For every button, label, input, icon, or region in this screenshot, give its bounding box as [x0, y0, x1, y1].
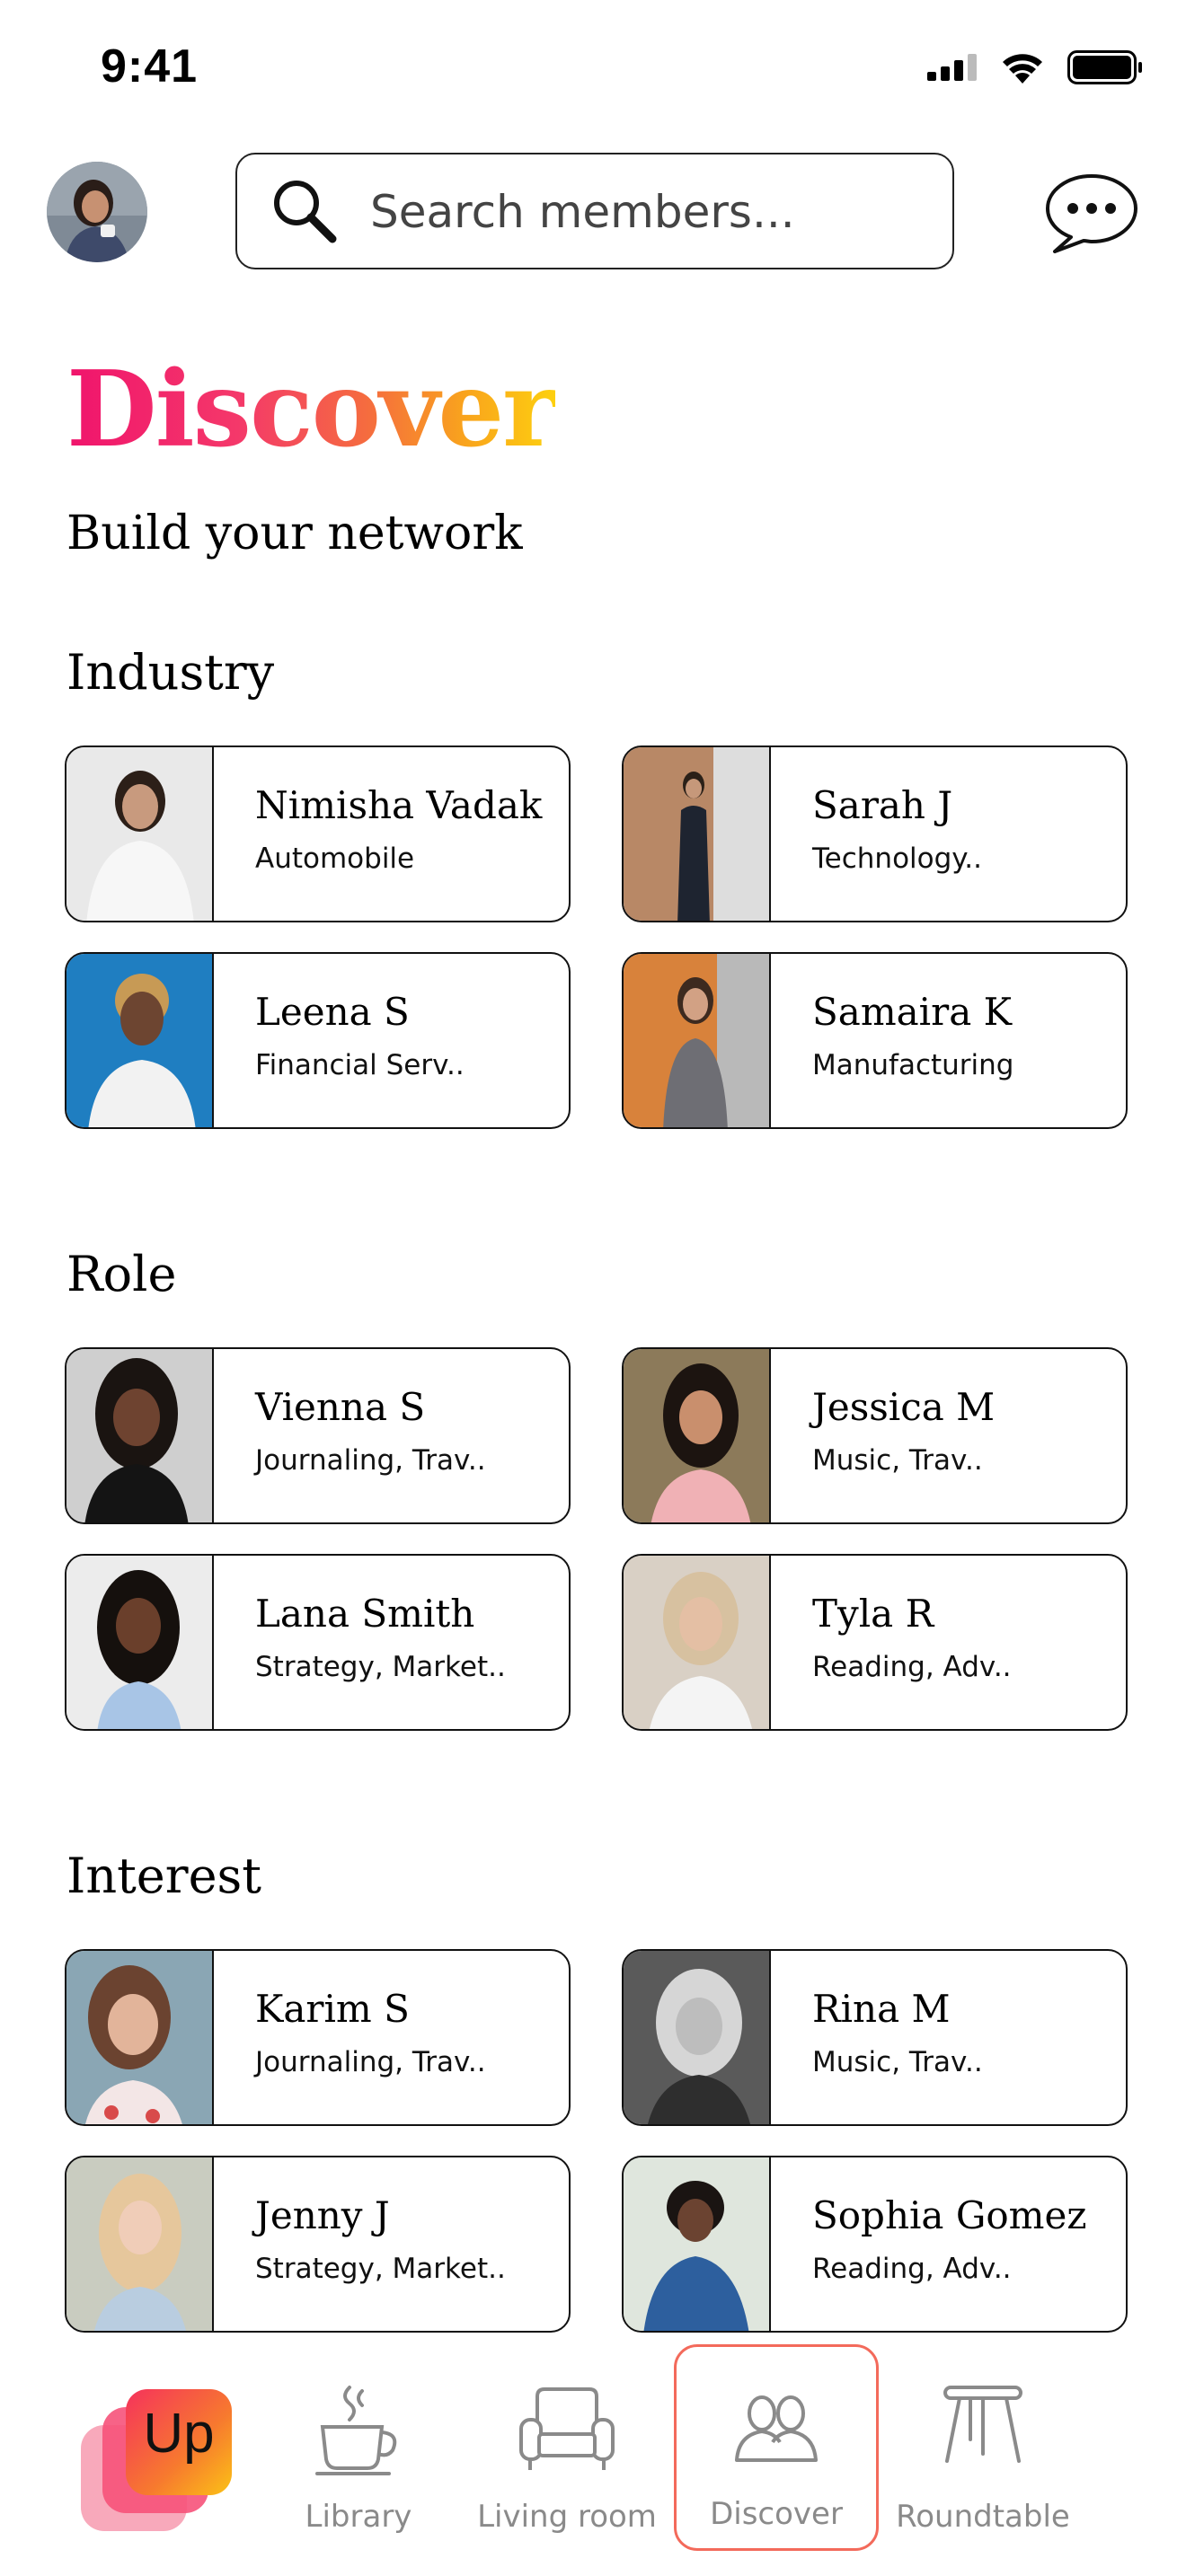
chat-icon[interactable] — [1042, 171, 1141, 257]
member-name: Sophia Gomez — [812, 2193, 1087, 2237]
battery-icon — [1067, 50, 1142, 84]
member-photo — [66, 2157, 214, 2331]
member-card[interactable]: Tyla R Reading, Adv.. — [622, 1554, 1128, 1731]
member-tag: Manufacturing — [812, 1049, 1014, 1081]
member-card[interactable]: Sophia Gomez Reading, Adv.. — [622, 2156, 1128, 2333]
stool-icon — [943, 2386, 1022, 2463]
member-photo — [624, 1556, 771, 1729]
up-logo-text: Up — [143, 2403, 215, 2465]
member-photo — [624, 1951, 771, 2124]
member-tag: Reading, Adv.. — [812, 1651, 1012, 1683]
page-subtitle: Build your network — [66, 507, 523, 560]
member-name: Karim S — [255, 1987, 410, 2031]
section-title-role: Role — [66, 1246, 177, 1302]
member-photo — [624, 747, 771, 921]
member-card[interactable]: Jenny J Strategy, Market.. — [65, 2156, 571, 2333]
member-card[interactable]: Rina M Music, Trav.. — [622, 1949, 1128, 2126]
member-card[interactable]: Vienna S Journaling, Trav.. — [65, 1347, 571, 1524]
member-photo — [624, 2157, 771, 2331]
member-card[interactable]: Sarah J Technology.. — [622, 745, 1128, 922]
status-icons — [927, 50, 1143, 84]
member-card[interactable]: Leena S Financial Serv.. — [65, 952, 571, 1129]
search-icon — [274, 181, 337, 243]
member-name: Jessica M — [812, 1385, 996, 1429]
section-title-industry: Industry — [66, 644, 275, 701]
nav-label: Roundtable — [896, 2499, 1070, 2535]
member-name: Samaira K — [812, 990, 1012, 1034]
member-tag: Music, Trav.. — [812, 1444, 983, 1477]
signal-icon — [927, 54, 977, 81]
member-name: Tyla R — [812, 1592, 934, 1636]
member-name: Rina M — [812, 1987, 951, 2031]
member-name: Leena S — [255, 990, 410, 1034]
member-photo — [66, 1349, 214, 1522]
up-logo[interactable]: Up — [77, 2389, 232, 2542]
member-card[interactable]: Nimisha Vadak Automobile — [65, 745, 571, 922]
search-bar[interactable] — [235, 153, 954, 269]
member-tag: Automobile — [255, 842, 415, 875]
people-icon — [735, 2395, 818, 2462]
member-photo — [66, 1951, 214, 2124]
member-tag: Journaling, Trav.. — [255, 1444, 486, 1477]
member-tag: Financial Serv.. — [255, 1049, 465, 1081]
search-input[interactable] — [370, 178, 927, 246]
page-title: Discover — [66, 348, 557, 471]
member-name: Vienna S — [255, 1385, 426, 1429]
coffee-cup-icon — [315, 2386, 397, 2475]
member-name: Sarah J — [812, 783, 953, 827]
member-name: Lana Smith — [255, 1592, 475, 1636]
nav-roundtable[interactable]: Roundtable — [895, 2344, 1071, 2551]
nav-label: Discover — [710, 2496, 843, 2532]
armchair-icon — [519, 2387, 615, 2470]
member-card[interactable]: Jessica M Music, Trav.. — [622, 1347, 1128, 1524]
nav-label: Library — [305, 2499, 412, 2535]
member-tag: Reading, Adv.. — [812, 2253, 1012, 2285]
nav-discover[interactable]: Discover — [674, 2344, 879, 2551]
member-photo — [624, 1349, 771, 1522]
member-card[interactable]: Samaira K Manufacturing — [622, 952, 1128, 1129]
member-photo — [66, 954, 214, 1127]
section-title-interest: Interest — [66, 1848, 261, 1904]
member-tag: Music, Trav.. — [812, 2046, 983, 2078]
wifi-icon — [1003, 54, 1042, 84]
member-card[interactable]: Karim S Journaling, Trav.. — [65, 1949, 571, 2126]
member-tag: Strategy, Market.. — [255, 1651, 506, 1683]
member-card[interactable]: Lana Smith Strategy, Market.. — [65, 1554, 571, 1731]
member-photo — [66, 747, 214, 921]
member-tag: Journaling, Trav.. — [255, 2046, 486, 2078]
nav-library[interactable]: Library — [284, 2344, 433, 2551]
status-time: 9:41 — [101, 40, 199, 93]
member-tag: Technology.. — [812, 842, 982, 875]
nav-label: Living room — [477, 2499, 657, 2535]
member-name: Nimisha Vadak — [255, 783, 543, 827]
nav-living-room[interactable]: Living room — [473, 2344, 661, 2551]
profile-avatar[interactable] — [47, 162, 147, 262]
member-tag: Strategy, Market.. — [255, 2253, 506, 2285]
member-photo — [624, 954, 771, 1127]
member-name: Jenny J — [255, 2193, 390, 2237]
member-photo — [66, 1556, 214, 1729]
